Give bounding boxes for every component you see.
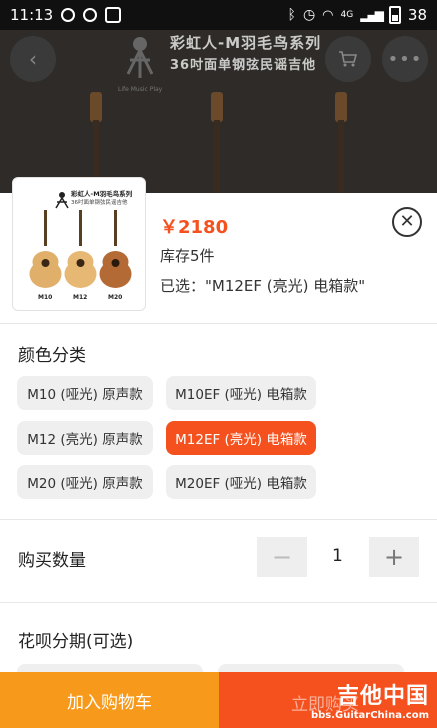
notification-icon [105, 7, 122, 23]
divider [0, 519, 437, 520]
shopping-cart-icon [339, 51, 358, 67]
color-section-title: 颜色分类 [18, 346, 86, 366]
action-footer: 加入购物车 立即购买 吉他中国 bbs.GuitarChina.com [0, 672, 437, 728]
alarm-icon: ◷ [302, 7, 316, 23]
selected-sku: 已选："M12EF (亮光) 电箱款" [160, 277, 366, 295]
plus-icon: + [383, 543, 405, 571]
guitar-neck-image [335, 92, 347, 193]
watermark-main: 吉他中国 [336, 684, 429, 709]
buy-now-button[interactable]: 立即购买 吉他中国 bbs.GuitarChina.com [219, 672, 437, 728]
notification-icon [61, 8, 76, 22]
back-button[interactable]: ‹ [10, 36, 56, 82]
more-button[interactable]: ••• [382, 36, 428, 82]
product-hero-image: 彩虹人-M羽毛鸟系列 36吋面单钢弦民谣吉他 Life Music Play ‹… [0, 30, 437, 193]
quantity-value: 1 [332, 546, 343, 566]
sku-option-m12[interactable]: M12 (亮光) 原声款 [17, 421, 153, 455]
notification-icon [83, 8, 98, 22]
signal-icon: ▂▄▆ [360, 8, 384, 22]
sku-option-m20[interactable]: M20 (哑光) 原声款 [17, 465, 153, 499]
thumb-label: M20 [108, 294, 123, 301]
divider [0, 323, 437, 324]
close-icon: ✕ [399, 211, 415, 232]
minus-icon: − [271, 543, 293, 571]
close-button[interactable]: ✕ [392, 207, 422, 237]
bluetooth-icon: ᛒ [287, 7, 296, 23]
thumb-label: M12 [73, 294, 88, 301]
sku-option-m20ef[interactable]: M20EF (哑光) 电箱款 [166, 465, 316, 499]
guitar-neck-image [211, 92, 223, 193]
watermark: 吉他中国 bbs.GuitarChina.com [311, 678, 429, 721]
product-price: ￥2180 [160, 217, 229, 238]
battery-icon [388, 6, 401, 24]
stock-count: 库存5件 [160, 247, 215, 265]
thumb-subtitle: 36吋面单钢弦民谣吉他 [71, 200, 128, 206]
quantity-label: 购买数量 [18, 551, 86, 571]
product-thumbnail: 彩虹人-M羽毛鸟系列 36吋面单钢弦民谣吉他 M10 M12 M20 [12, 177, 146, 311]
divider [0, 602, 437, 603]
hero-title: 彩虹人-M羽毛鸟系列 [170, 34, 322, 52]
status-bar: 11:13 ᛒ ◷ ◠ 4G ▂▄▆ 38 [0, 0, 437, 30]
brand-logo-icon [53, 190, 73, 210]
cart-button[interactable] [325, 36, 371, 82]
quantity-increase-button[interactable]: + [369, 537, 419, 577]
sku-option-m10[interactable]: M10 (哑光) 原声款 [17, 376, 153, 410]
thumb-label: M10 [38, 294, 53, 301]
sku-option-m10ef[interactable]: M10EF (哑光) 电箱款 [166, 376, 316, 410]
quantity-decrease-button[interactable]: − [257, 537, 307, 577]
hero-logo-text: Life Music Play [118, 86, 163, 93]
add-to-cart-button[interactable]: 加入购物车 [0, 672, 219, 728]
sku-option-m12ef[interactable]: M12EF (亮光) 电箱款 [166, 421, 316, 455]
wifi-icon: ◠ [322, 7, 334, 23]
hero-subtitle: 36吋面单钢弦民谣吉他 [170, 58, 317, 73]
status-time: 11:13 [10, 6, 54, 24]
installment-section-title: 花呗分期(可选) [18, 632, 134, 652]
guitars-image [29, 210, 132, 288]
network-type: 4G [340, 10, 354, 20]
more-dots-icon: ••• [387, 48, 423, 70]
watermark-url: bbs.GuitarChina.com [310, 710, 429, 721]
thumb-title: 彩虹人-M羽毛鸟系列 [71, 190, 133, 198]
battery-level: 38 [407, 6, 427, 24]
chevron-left-icon: ‹ [29, 47, 37, 71]
